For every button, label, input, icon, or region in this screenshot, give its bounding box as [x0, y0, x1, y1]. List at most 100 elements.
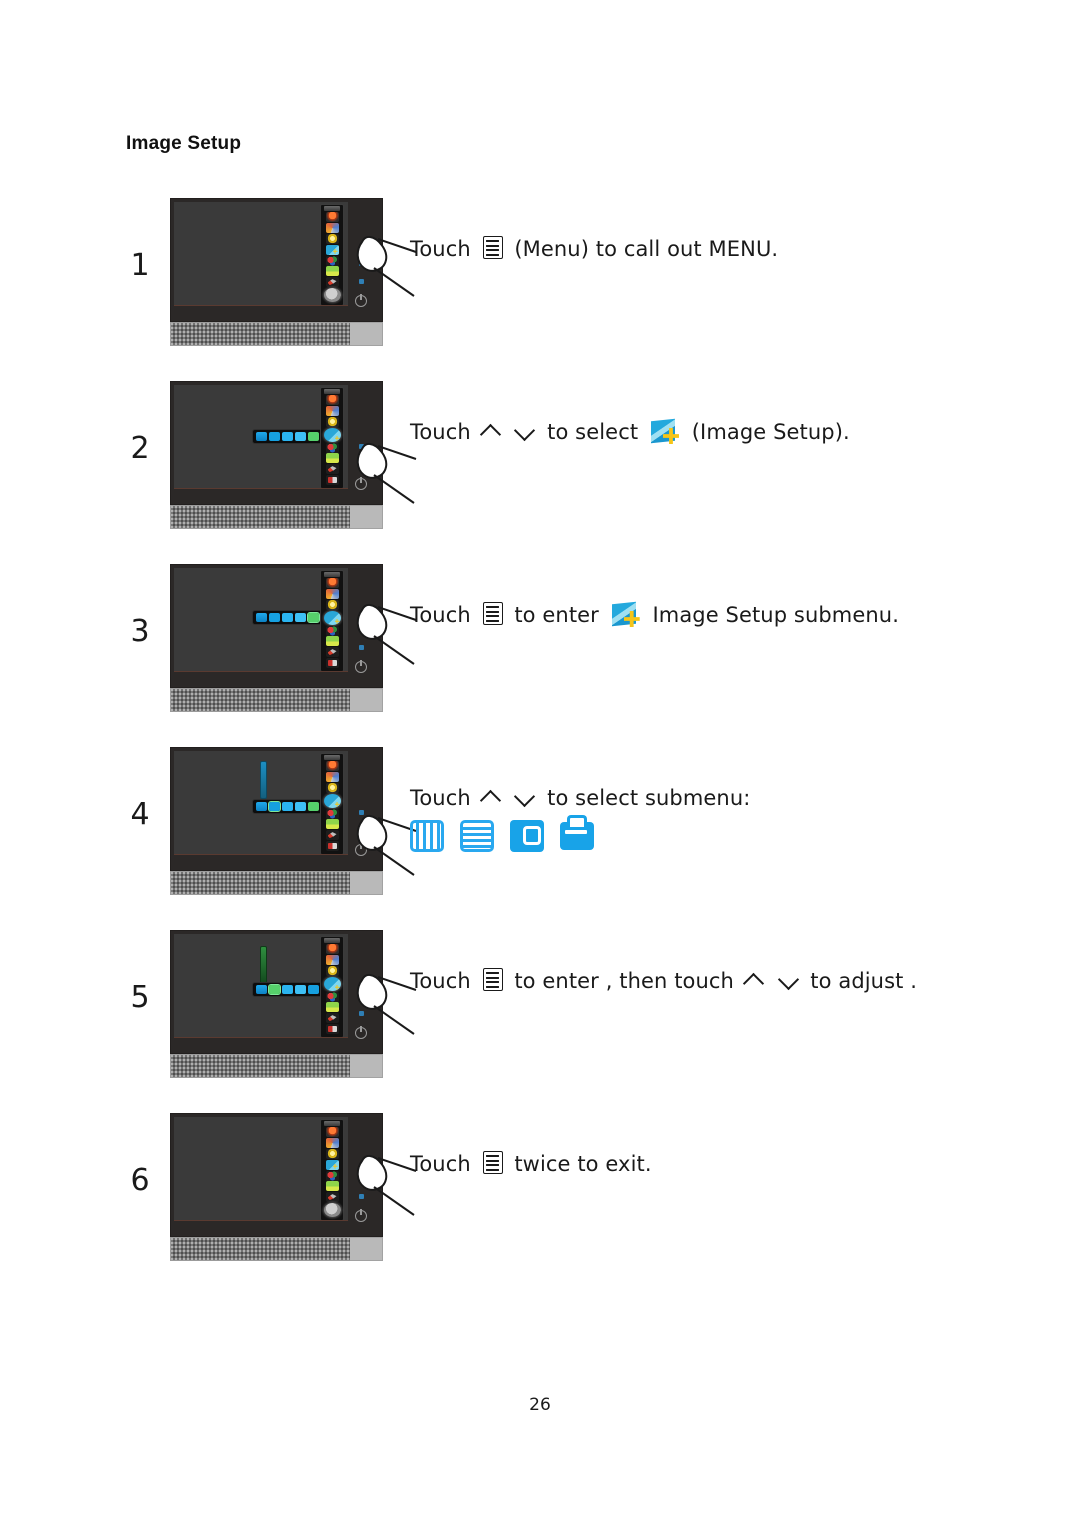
- monitor-base-right: [350, 1237, 383, 1261]
- step-row: 4 Touch to select submenu:: [0, 739, 1080, 922]
- step-instruction: Touch to enter Image Setup submenu.: [410, 556, 899, 627]
- osd-setup-icon: [325, 464, 339, 475]
- step-number: 5: [130, 980, 150, 1015]
- led-indicator-1: [359, 810, 364, 815]
- monitor-base: [170, 871, 352, 895]
- menu-icon: [482, 968, 503, 991]
- monitor-illustration: [170, 1113, 417, 1261]
- image-color-icon: [325, 406, 339, 417]
- osd-brand-strip: [324, 755, 340, 760]
- manual-page: Image Setup 1 Touch (Menu) to call out M…: [0, 0, 1080, 1527]
- exit-icon: [308, 985, 319, 994]
- monitor-illustration: [170, 564, 417, 712]
- monitor-body: [170, 747, 352, 871]
- led-indicator-2: [359, 279, 364, 284]
- phase-icon: [460, 820, 494, 852]
- monitor-illustration: [170, 930, 417, 1078]
- osd-setup-icon: [325, 277, 339, 288]
- extra-icon: [325, 657, 339, 668]
- extra-icon: [323, 287, 341, 302]
- osd-icon-column: [320, 753, 344, 854]
- v-position-icon: [295, 613, 306, 622]
- monitor-chin: [174, 305, 348, 319]
- exit-icon: [307, 612, 320, 623]
- monitor-chin: [174, 854, 348, 868]
- brightness-icon: [325, 1148, 339, 1159]
- phase-icon: [269, 432, 280, 441]
- led-indicator-1: [359, 993, 364, 998]
- chevron-up-icon: [481, 421, 503, 443]
- instruction-text-before: Touch: [410, 969, 471, 993]
- h-position-icon: [282, 985, 293, 994]
- extra-icon: [325, 474, 339, 485]
- brightness-icon: [325, 233, 339, 244]
- monitor-chin: [174, 1037, 348, 1051]
- menu-icon: [482, 1151, 503, 1174]
- monitor-base-right: [350, 688, 383, 712]
- step-number: 6: [130, 1163, 150, 1198]
- picture-boost-icon: [325, 636, 339, 647]
- v-position-icon: [295, 432, 306, 441]
- step-number: 2: [130, 431, 150, 466]
- instruction-text-after: (Menu) to call out MENU.: [514, 237, 779, 261]
- step-instruction: Touch (Menu) to call out MENU.: [410, 190, 778, 261]
- extra-icon: [325, 1023, 339, 1034]
- osd-icon-column: [320, 204, 344, 305]
- monitor-chin: [174, 488, 348, 502]
- step-instruction: Touch to select (Image Setup).: [410, 373, 850, 444]
- monitor-base-right: [350, 1054, 383, 1078]
- brightness-icon: [325, 782, 339, 793]
- osd-setup-icon: [325, 1013, 339, 1024]
- led-indicator-1: [359, 261, 364, 266]
- h-position-icon: [282, 802, 293, 811]
- osd-brand-strip: [324, 938, 340, 943]
- monitor-screen: [174, 751, 348, 854]
- osd-submenu-row: [252, 799, 323, 814]
- led-indicator-1: [359, 627, 364, 632]
- chevron-down-icon: [779, 970, 801, 992]
- instruction-text-before: Touch: [410, 420, 471, 444]
- image-setup-icon: [323, 793, 341, 808]
- picture-boost-icon: [325, 1002, 339, 1013]
- submenu-icon-strip: [410, 815, 750, 852]
- instruction-text-before: Touch: [410, 786, 471, 810]
- power-icon: [355, 1026, 367, 1039]
- instruction-text-before: Touch: [410, 1152, 471, 1176]
- led-indicator-1: [359, 1176, 364, 1181]
- osd-icon-column: [320, 1119, 344, 1220]
- step-instruction: Touch twice to exit.: [410, 1105, 652, 1176]
- monitor-screen: [174, 385, 348, 488]
- osd-brand-strip: [324, 206, 340, 211]
- h-position-icon: [282, 432, 293, 441]
- power-icon: [355, 477, 367, 490]
- luminance-icon: [325, 212, 339, 223]
- power-icon: [355, 843, 367, 856]
- osd-submenu-row: [252, 610, 323, 625]
- clock-icon: [410, 820, 444, 852]
- osd-setup-icon: [325, 647, 339, 658]
- color-setup-icon: [325, 1170, 339, 1181]
- phase-icon: [269, 613, 280, 622]
- page-number: 26: [529, 1395, 551, 1415]
- monitor-body: [170, 1113, 352, 1237]
- monitor-chin: [174, 671, 348, 685]
- osd-value-slider: [260, 946, 267, 984]
- osd-value-slider: [260, 761, 267, 799]
- monitor-body: [170, 930, 352, 1054]
- luminance-icon: [325, 944, 339, 955]
- instruction-text-after: (Image Setup).: [691, 420, 850, 444]
- step-number: 4: [130, 797, 150, 832]
- chevron-down-icon: [515, 421, 537, 443]
- led-indicator-2: [359, 1194, 364, 1199]
- instruction-text-after: Image Setup submenu.: [652, 603, 899, 627]
- monitor-illustration: [170, 198, 417, 346]
- color-setup-icon: [325, 808, 339, 819]
- image-color-icon: [325, 1138, 339, 1149]
- monitor-base-right: [350, 322, 383, 346]
- monitor-base: [170, 505, 352, 529]
- v-position-icon: [295, 985, 306, 994]
- image-color-icon: [325, 772, 339, 783]
- monitor-base-right: [350, 871, 383, 895]
- osd-icon-column: [320, 387, 344, 488]
- picture-boost-icon: [325, 819, 339, 830]
